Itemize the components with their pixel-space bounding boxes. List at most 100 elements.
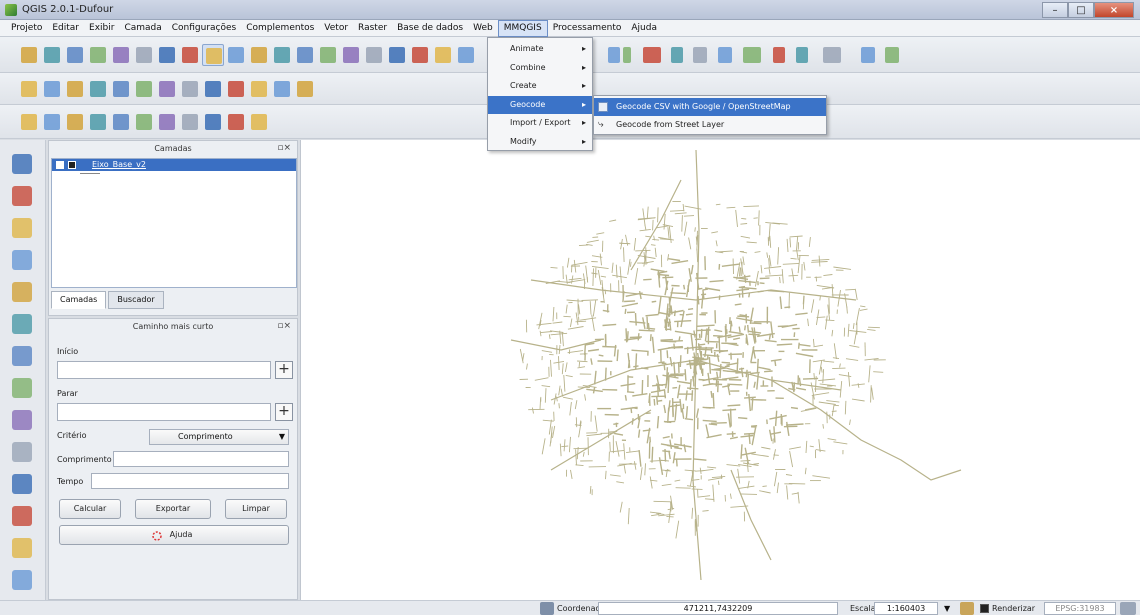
select-icon[interactable] [640, 44, 664, 66]
digitize-tool-4-icon[interactable] [87, 78, 109, 100]
main-tool-14-icon[interactable] [317, 44, 339, 66]
geocode-csv-option[interactable]: Geocode CSV with Google / OpenStreetMap [594, 98, 826, 116]
add-wfs-layer-icon[interactable] [10, 408, 34, 432]
menu-option-animate[interactable]: Animate ▸ [488, 40, 592, 58]
measure-icon[interactable] [668, 44, 686, 66]
tips-icon[interactable] [770, 44, 788, 66]
menu-item-exibir[interactable]: Exibir [84, 21, 119, 36]
maximize-button[interactable]: □ [1068, 2, 1094, 18]
main-tool-5-icon[interactable] [110, 44, 132, 66]
scale-combobox[interactable]: 1:160403 [874, 602, 938, 615]
digitize-tool-7-icon[interactable] [156, 78, 178, 100]
main-tool-2-icon[interactable] [41, 44, 63, 66]
main-tool-9-icon[interactable] [202, 44, 224, 66]
advanced-tool-11-icon[interactable] [248, 111, 270, 133]
layer-visibility-checkbox[interactable] [68, 161, 76, 169]
add-delimited-text-layer-icon[interactable] [10, 440, 34, 464]
digitize-tool-13-icon[interactable] [294, 78, 316, 100]
crs-display[interactable]: EPSG:31983 [1044, 602, 1116, 615]
digitize-tool-5-icon[interactable] [110, 78, 132, 100]
attribute-icon[interactable] [690, 44, 710, 66]
compass-tool-icon[interactable] [10, 536, 34, 560]
coordinate-display[interactable]: 471211,7432209 [598, 602, 838, 615]
advanced-tool-4-icon[interactable] [87, 111, 109, 133]
main-tool-15-icon[interactable] [340, 44, 362, 66]
main-tool-20-icon[interactable] [455, 44, 477, 66]
add-wcs-layer-icon[interactable] [10, 376, 34, 400]
digitize-tool-1-icon[interactable] [18, 78, 40, 100]
layer-item[interactable]: Eixo_Base_v2 [52, 159, 296, 171]
digitize-tool-3-icon[interactable] [64, 78, 86, 100]
menu-option-import-export[interactable]: Import / Export ▸ [488, 114, 592, 132]
criterion-select[interactable]: Comprimento ▼ [149, 429, 289, 445]
menu-option-modify[interactable]: Modify ▸ [488, 133, 592, 151]
main-tool-10-icon[interactable] [225, 44, 247, 66]
menu-item-base-de-dados[interactable]: Base de dados [392, 21, 468, 36]
whats-this-icon[interactable] [882, 44, 902, 66]
digitize-tool-12-icon[interactable] [271, 78, 293, 100]
annotation-icon[interactable] [740, 44, 764, 66]
main-tool-17-icon[interactable] [386, 44, 408, 66]
advanced-tool-10-icon[interactable] [225, 111, 247, 133]
main-tool-4-icon[interactable] [87, 44, 109, 66]
stop-render-icon[interactable] [960, 602, 974, 615]
field-calc-icon[interactable] [715, 44, 735, 66]
main-tool-1-icon[interactable] [18, 44, 40, 66]
crs-status-icon[interactable] [1120, 602, 1136, 615]
menu-item-web[interactable]: Web [468, 21, 498, 36]
capture-stop-point-button[interactable]: + [275, 403, 293, 421]
capture-start-point-button[interactable]: + [275, 361, 293, 379]
digitize-tool-10-icon[interactable] [225, 78, 247, 100]
add-vector-layer-icon[interactable] [10, 152, 34, 176]
main-tool-19-icon[interactable] [432, 44, 454, 66]
start-point-input[interactable] [57, 361, 271, 379]
new-spatialite-layer-icon[interactable] [10, 504, 34, 528]
add-spatialite-layer-icon[interactable] [10, 248, 34, 272]
bookmark-icon[interactable] [793, 44, 811, 66]
calculate-button[interactable]: Calcular [59, 499, 121, 519]
digitize-tool-9-icon[interactable] [202, 78, 224, 100]
python-console-icon[interactable] [858, 44, 878, 66]
advanced-tool-9-icon[interactable] [202, 111, 224, 133]
main-tool-6-icon[interactable] [133, 44, 155, 66]
main-tool-13-icon[interactable] [294, 44, 316, 66]
render-checkbox[interactable] [980, 604, 989, 613]
identify-icon[interactable] [620, 44, 634, 66]
new-shapefile-layer-icon[interactable] [10, 472, 34, 496]
menu-item-processamento[interactable]: Processamento [548, 21, 627, 36]
clear-button[interactable]: Limpar [225, 499, 287, 519]
digitize-tool-8-icon[interactable] [179, 78, 201, 100]
menu-item-ajuda[interactable]: Ajuda [626, 21, 662, 36]
add-mssql-layer-icon[interactable] [10, 280, 34, 304]
panel-float-close-icon[interactable]: ▫× [277, 143, 291, 153]
help-button[interactable]: Ajuda [59, 525, 289, 545]
chevron-down-icon[interactable]: ▼ [944, 602, 954, 615]
main-tool-12-icon[interactable] [271, 44, 293, 66]
menu-option-combine[interactable]: Combine ▸ [488, 59, 592, 77]
digitize-tool-11-icon[interactable] [248, 78, 270, 100]
menu-item-camada[interactable]: Camada [119, 21, 166, 36]
main-tool-11-icon[interactable] [248, 44, 270, 66]
tab-camadas[interactable]: Camadas [51, 291, 107, 309]
advanced-tool-7-icon[interactable] [156, 111, 178, 133]
length-output[interactable] [113, 451, 289, 467]
minimize-button[interactable]: – [1042, 2, 1068, 18]
add-oracle-layer-icon[interactable] [10, 312, 34, 336]
main-tool-18-icon[interactable] [409, 44, 431, 66]
coordinate-toggle-icon[interactable] [540, 602, 554, 615]
main-tool-7-icon[interactable] [156, 44, 178, 66]
menu-item-complementos[interactable]: Complementos [241, 21, 319, 36]
menu-option-geocode[interactable]: Geocode ▸ [488, 95, 592, 114]
main-tool-3-icon[interactable] [64, 44, 86, 66]
menu-item-projeto[interactable]: Projeto [6, 21, 47, 36]
digitize-tool-6-icon[interactable] [133, 78, 155, 100]
advanced-tool-5-icon[interactable] [110, 111, 132, 133]
menu-item-editar[interactable]: Editar [47, 21, 84, 36]
menu-item-mmqgis[interactable]: MMQGIS [497, 19, 548, 37]
panel-float-close-icon[interactable]: ▫× [277, 321, 291, 331]
scrollbar-handle-icon[interactable] [10, 568, 34, 592]
menu-option-create[interactable]: Create ▸ [488, 77, 592, 95]
expand-icon[interactable] [56, 161, 64, 169]
menu-item-vetor[interactable]: Vetor [319, 21, 353, 36]
layer-style-icon[interactable] [820, 44, 844, 66]
